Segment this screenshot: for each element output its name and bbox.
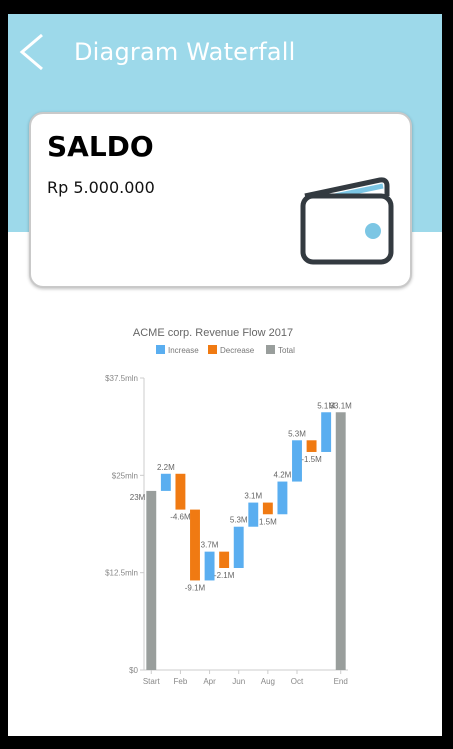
bar-increase: [160, 473, 171, 491]
bar-increase: [233, 526, 244, 568]
x-tick-label: Feb: [174, 677, 188, 686]
chart-title: ACME corp. Revenue Flow 2017: [133, 327, 293, 339]
chart-legend: Increase Decrease Total: [156, 345, 295, 355]
data-label: 4.2M: [274, 471, 292, 480]
bar-increase: [277, 481, 288, 515]
legend-swatch-increase: [156, 345, 165, 354]
bar-decrease: [306, 440, 317, 452]
bar-increase: [321, 412, 332, 452]
data-label: 23M: [130, 493, 146, 502]
page-title: Diagram Waterfall: [74, 38, 296, 66]
waterfall-chart-svg: ACME corp. Revenue Flow 2017 Increase Dec…: [105, 327, 353, 686]
chevron-left-icon[interactable]: [14, 32, 54, 72]
data-label: 3.1M: [244, 492, 262, 501]
legend-label-increase: Increase: [168, 346, 199, 355]
x-tick-label: Apr: [203, 677, 216, 686]
app-screen: Diagram Waterfall SALDO Rp 5.000.000 ACM…: [8, 14, 442, 736]
data-label: 3.7M: [201, 541, 219, 550]
bar-total: [335, 412, 346, 670]
data-label: 33.1M: [330, 401, 353, 410]
x-tick-label: Aug: [261, 677, 275, 686]
data-label: 2.2M: [157, 463, 175, 472]
y-tick-label: $0: [129, 666, 138, 675]
y-tick-label: $25mln: [112, 471, 138, 480]
balance-card: SALDO Rp 5.000.000: [29, 112, 412, 288]
legend-label-decrease: Decrease: [220, 346, 255, 355]
data-label: -2.1M: [214, 571, 235, 580]
balance-amount: Rp 5.000.000: [47, 178, 155, 197]
bar-increase: [248, 502, 259, 527]
y-tick-label: $37.5mln: [105, 374, 138, 383]
x-tick-label: End: [334, 677, 348, 686]
waterfall-chart: ACME corp. Revenue Flow 2017 Increase Dec…: [18, 294, 438, 724]
y-tick-label: $12.5mln: [105, 569, 138, 578]
data-label: -1.5M: [301, 455, 322, 464]
x-tick-label: Jun: [232, 677, 245, 686]
data-label: -4.6M: [170, 513, 191, 522]
bar-decrease: [190, 509, 200, 581]
data-label: 5.3M: [288, 429, 306, 438]
bar-total: [146, 490, 157, 670]
wallet-icon: [300, 177, 394, 265]
bar-decrease: [175, 473, 186, 510]
data-label: -9.1M: [185, 583, 206, 592]
legend-label-total: Total: [278, 346, 295, 355]
x-tick-label: Start: [143, 677, 161, 686]
balance-title: SALDO: [47, 130, 154, 163]
chart-axes: $0 $12.5mln $25mln $37.5mln: [105, 374, 348, 675]
legend-swatch-total: [266, 345, 275, 354]
bar-decrease: [262, 502, 273, 515]
data-label: 1.5M: [259, 517, 277, 526]
x-tick-label: Oct: [291, 677, 304, 686]
bar-decrease: [219, 551, 230, 568]
legend-swatch-decrease: [208, 345, 217, 354]
chart-x-ticks: Start Feb Apr Jun Aug Oct End: [143, 670, 348, 686]
chart-bars: [146, 412, 346, 670]
data-label: 5.3M: [230, 516, 248, 525]
